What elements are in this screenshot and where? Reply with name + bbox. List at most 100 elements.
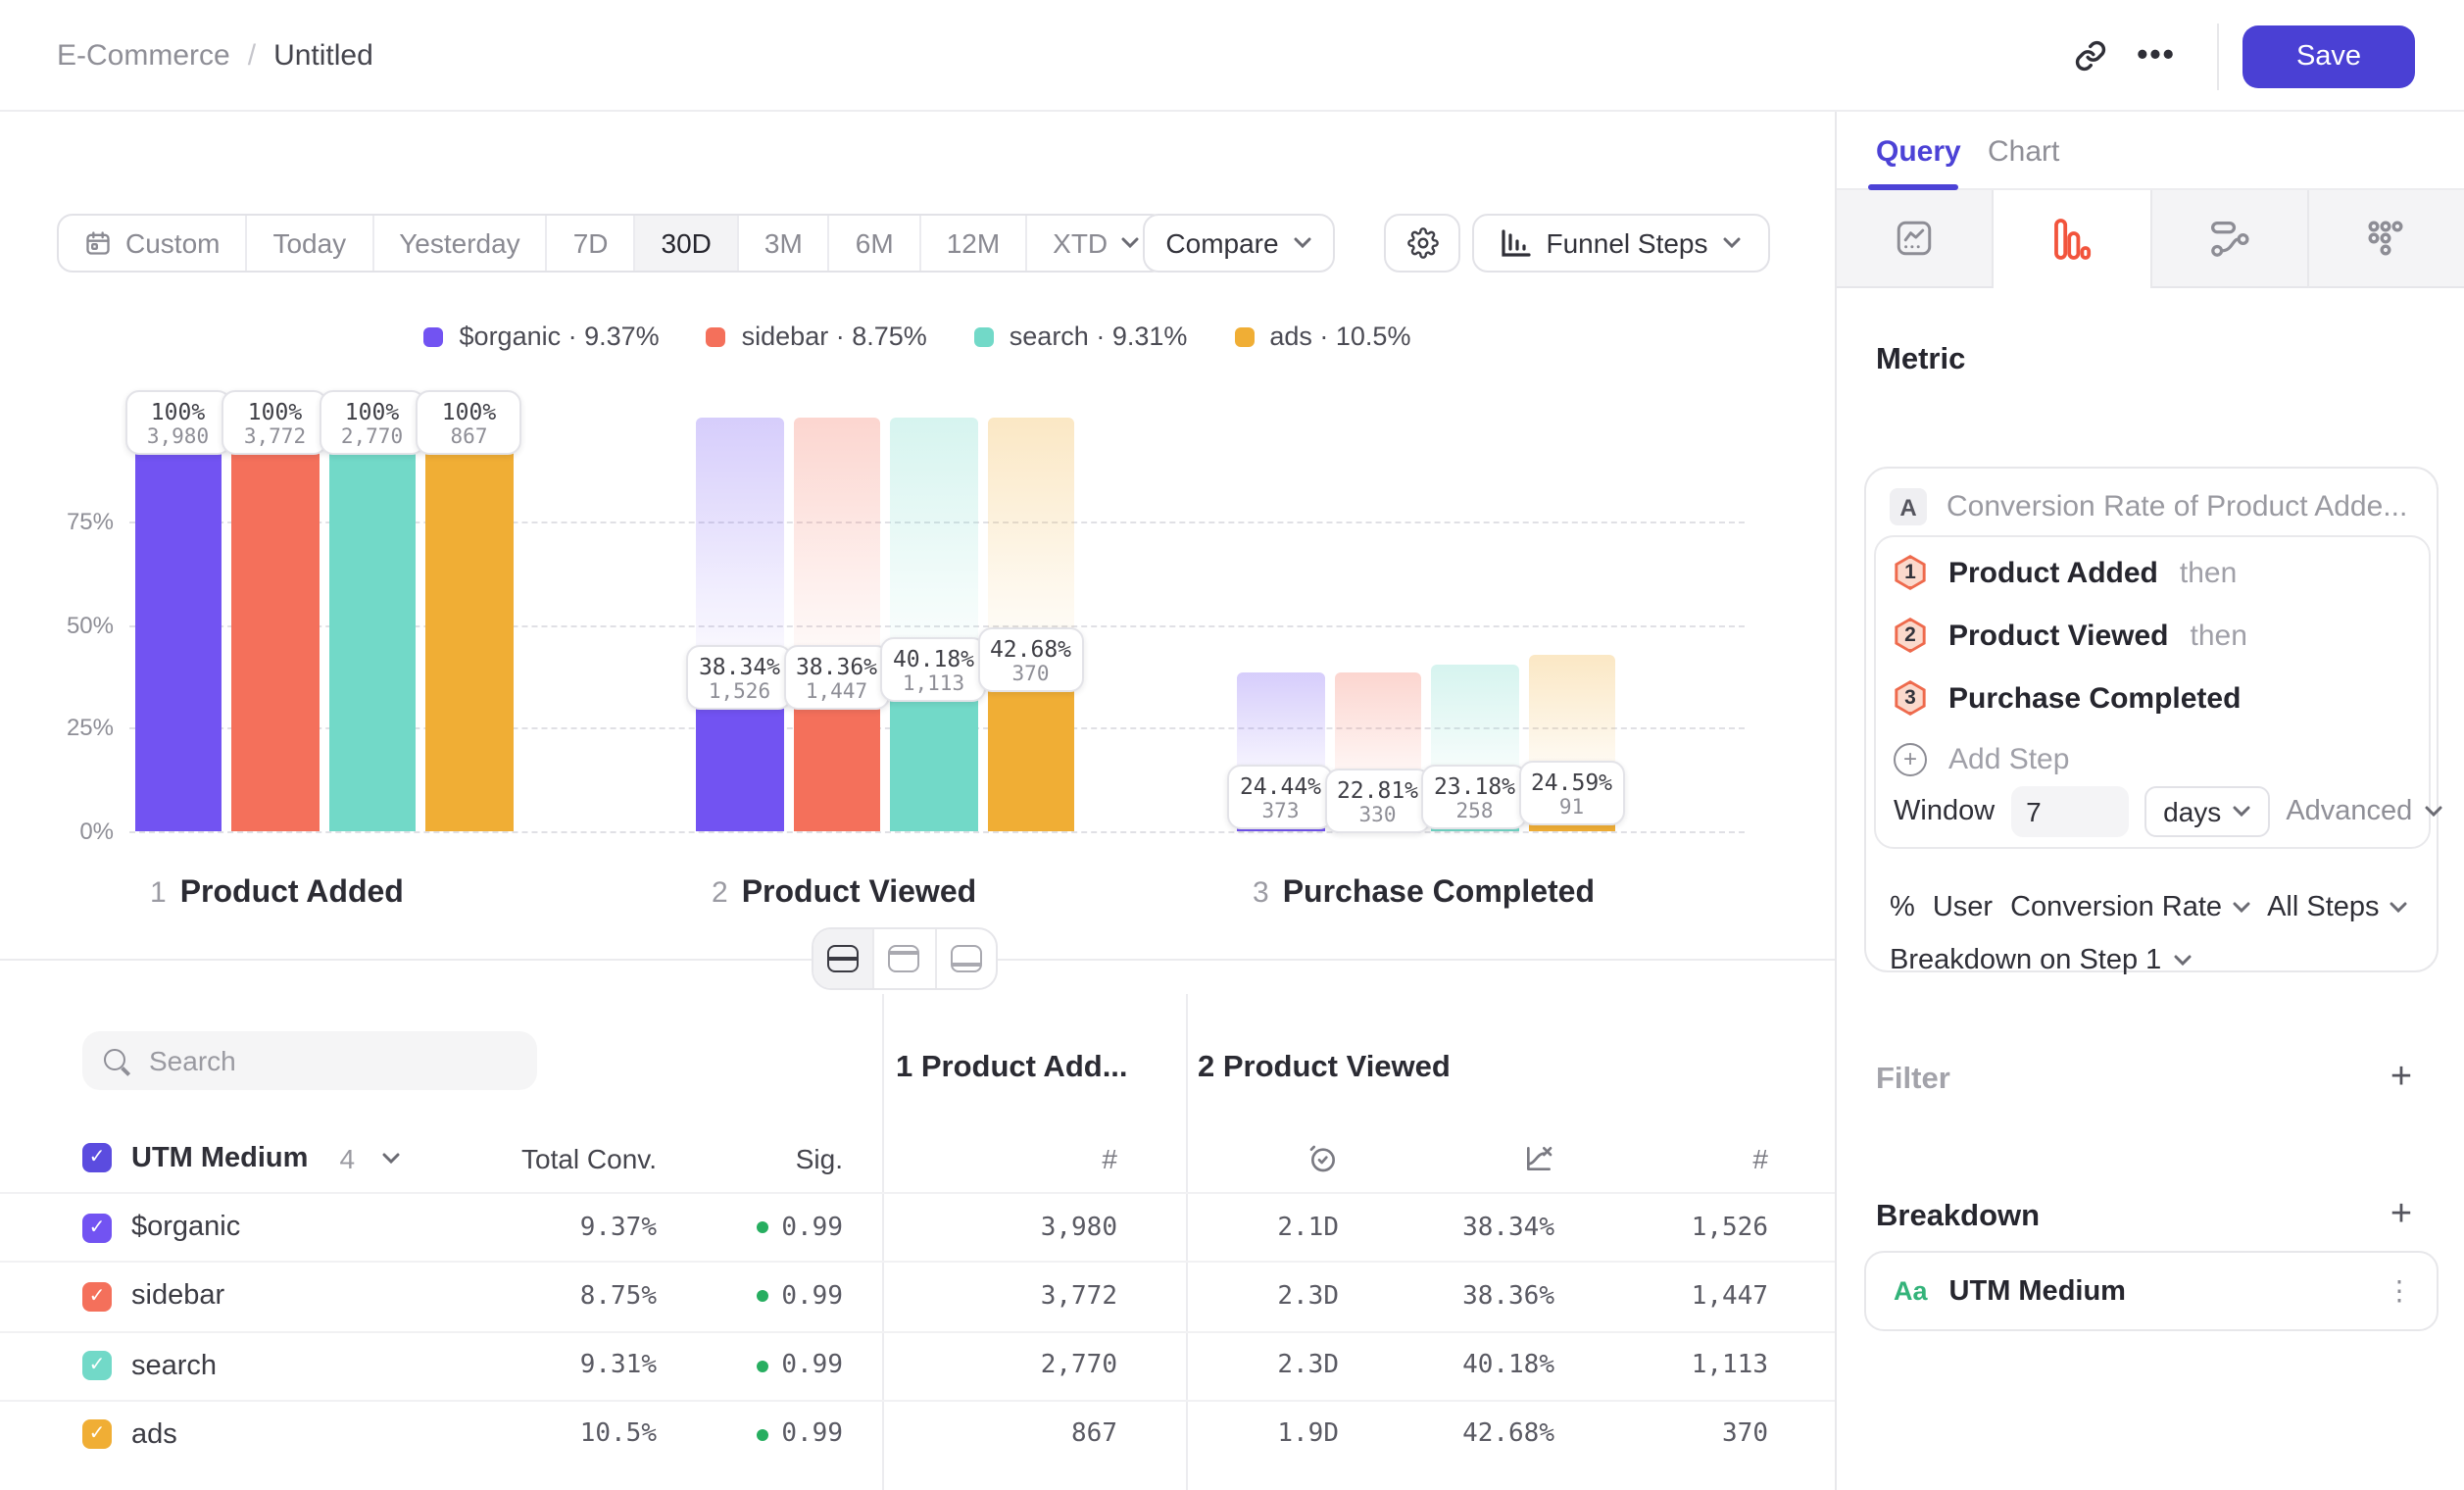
tab-funnel-bars[interactable] <box>1995 190 2152 288</box>
y-axis-tick: 50% <box>47 611 114 638</box>
bar-count: 373 <box>1230 800 1332 823</box>
funnel-bar[interactable] <box>328 418 416 831</box>
add-step-button[interactable]: + Add Step <box>1894 735 2069 782</box>
measure-metric-dropdown[interactable]: Conversion Rate <box>2010 892 2249 923</box>
chart-legend: $organic · 9.37% sidebar · 8.75% search · … <box>0 322 1835 351</box>
legend-item[interactable]: search · 9.31% <box>974 322 1188 351</box>
count-column-icon: # <box>1554 1142 1768 1173</box>
property-type-icon: Aa <box>1894 1276 1928 1306</box>
chevron-down-icon[interactable] <box>382 1152 400 1164</box>
breadcrumb-parent[interactable]: E-Commerce <box>57 39 230 73</box>
table-row[interactable]: ✓search9.31%0.992,7702.3D40.18%1,113 <box>0 1330 1835 1399</box>
conversion-column-icon <box>1339 1142 1554 1173</box>
chart-type-selector[interactable]: Funnel Steps <box>1472 214 1770 273</box>
date-range-label: Today <box>272 227 346 259</box>
bar-pct: 38.36% <box>786 653 888 680</box>
date-range-30d[interactable]: 30D <box>636 216 739 271</box>
bar-count: 1,113 <box>883 673 985 697</box>
legend-item[interactable]: $organic · 9.37% <box>424 322 660 351</box>
row-checkbox[interactable]: ✓ <box>82 1351 112 1380</box>
legend-item[interactable]: ads · 10.5% <box>1234 322 1410 351</box>
step-name: Product Viewed <box>742 876 976 912</box>
query-step-row[interactable]: 1Product Addedthen <box>1894 549 2237 596</box>
funnel-bar[interactable] <box>425 418 513 831</box>
funnel-bar[interactable] <box>134 418 222 831</box>
tab-query[interactable]: Query <box>1876 112 1961 190</box>
step-name: Purchase Completed <box>1283 876 1595 912</box>
more-options-button[interactable]: ••• <box>2123 23 2190 89</box>
event-name: Purchase Completed <box>1948 681 2241 715</box>
window-unit-select[interactable]: days <box>2144 786 2270 837</box>
group-column-label[interactable]: UTM Medium <box>131 1142 308 1173</box>
date-range-yesterday[interactable]: Yesterday <box>373 216 548 271</box>
chart-settings-button[interactable] <box>1384 214 1460 273</box>
query-step-row[interactable]: 2Product Viewedthen <box>1894 612 2247 659</box>
row-checkbox[interactable]: ✓ <box>82 1282 112 1312</box>
date-range-3m[interactable]: 3M <box>739 216 830 271</box>
date-range-12m[interactable]: 12M <box>921 216 1027 271</box>
group-count: 4 <box>339 1142 355 1173</box>
select-all-checkbox[interactable]: ✓ <box>82 1143 112 1172</box>
total-conv-value: 9.37% <box>435 1213 657 1242</box>
funnel-step-label: 2 Product Viewed <box>712 876 976 912</box>
row-checkbox[interactable]: ✓ <box>82 1420 112 1450</box>
bar-pct: 24.44% <box>1230 772 1332 800</box>
step1-count: 867 <box>843 1420 1117 1450</box>
step-number: 2 <box>712 876 728 910</box>
breakdown-on-dropdown[interactable]: Breakdown on Step 1 <box>1890 945 2191 976</box>
avg-time-value: 2.3D <box>1117 1282 1339 1312</box>
date-range-custom[interactable]: Custom <box>59 216 247 271</box>
date-range-7d[interactable]: 7D <box>548 216 636 271</box>
step2-count: 1,447 <box>1554 1282 1768 1312</box>
view-toggle-table-only[interactable] <box>936 929 996 988</box>
table-row[interactable]: ✓sidebar8.75%0.993,7722.3D38.36%1,447 <box>0 1262 1835 1330</box>
step-name: Product Added <box>180 876 404 912</box>
add-filter-button[interactable]: + <box>2382 1059 2421 1098</box>
view-toggle-split[interactable] <box>813 929 875 988</box>
date-range-today[interactable]: Today <box>247 216 373 271</box>
sig-cell: 0.99 <box>657 1282 843 1312</box>
tab-line-chart[interactable] <box>1837 190 1995 288</box>
add-breakdown-button[interactable]: + <box>2382 1196 2421 1235</box>
legend-item[interactable]: sidebar · 8.75% <box>707 322 927 351</box>
chart-type-tabs <box>1837 190 2464 288</box>
row-checkbox[interactable]: ✓ <box>82 1213 112 1242</box>
sig-value: 0.99 <box>781 1351 843 1380</box>
measure-entity[interactable]: User <box>1933 892 1993 923</box>
bar-pct: 100% <box>127 398 229 425</box>
legend-label: ads · 10.5% <box>1269 322 1410 351</box>
date-range-6m[interactable]: 6M <box>830 216 921 271</box>
tab-chart[interactable]: Chart <box>1988 112 2059 190</box>
kebab-menu-icon[interactable]: ⋮ <box>2386 1275 2413 1307</box>
bar-count: 3,772 <box>224 425 326 449</box>
advanced-toggle[interactable]: Advanced <box>2286 796 2441 827</box>
funnel-bar[interactable] <box>231 418 319 831</box>
row-name-cell: ✓sidebar <box>82 1281 435 1313</box>
window-label: Window <box>1894 796 1995 827</box>
compare-button[interactable]: Compare <box>1143 214 1335 273</box>
tab-flows[interactable] <box>2151 190 2309 288</box>
bar-value-label: 100%867 <box>417 390 522 455</box>
funnel-step-label: 3Purchase Completed <box>1253 876 1595 912</box>
table-step-column-header: 1 Product Add... <box>896 1051 1128 1086</box>
view-toggle-chart-only[interactable] <box>875 929 937 988</box>
breakdown-item[interactable]: Aa UTM Medium ⋮ <box>1864 1251 2439 1331</box>
step2-count: 1,113 <box>1554 1351 1768 1380</box>
table-row[interactable]: ✓ads10.5%0.998671.9D42.68%370 <box>0 1400 1835 1468</box>
query-step-row[interactable]: 3 Purchase Completed <box>1894 674 2241 721</box>
window-value-input[interactable] <box>2010 786 2128 837</box>
event-name: Product Viewed <box>1948 619 2169 652</box>
tab-dots-grid[interactable] <box>2309 190 2464 288</box>
metric-title-row[interactable]: A Conversion Rate of Product Adde... <box>1890 488 2417 525</box>
measure-scope-dropdown[interactable]: All Steps <box>2267 892 2406 923</box>
save-button[interactable]: Save <box>2242 25 2415 87</box>
breadcrumb-current[interactable]: Untitled <box>273 39 373 73</box>
share-link-icon[interactable] <box>2056 23 2123 89</box>
step-number-hexagon-icon: 3 <box>1894 680 1927 716</box>
gridline <box>129 831 1745 833</box>
search-input[interactable] <box>149 1045 482 1076</box>
chart-section: CustomTodayYesterday7D30D3M6M12MXTD Comp… <box>0 112 1835 1490</box>
metric-heading: Metric <box>1876 343 1965 378</box>
table-row[interactable]: ✓$organic9.37%0.993,9802.1D38.34%1,526 <box>0 1192 1835 1261</box>
date-range-label: 12M <box>947 227 1000 259</box>
